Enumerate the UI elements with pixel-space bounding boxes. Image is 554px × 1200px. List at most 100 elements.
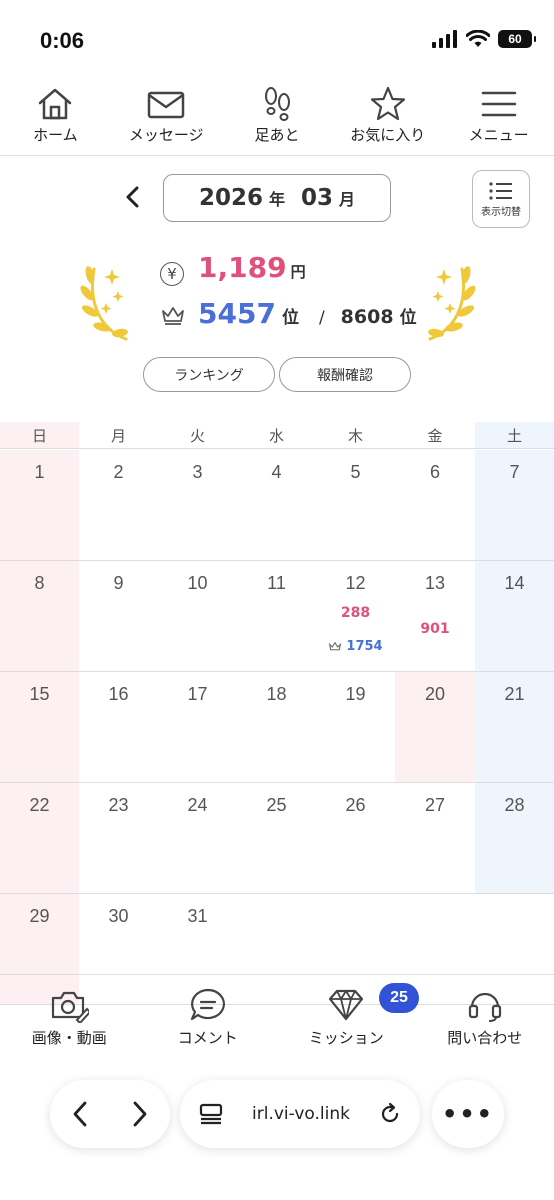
nav-messages-label: メッセージ [128, 126, 204, 144]
calendar-day[interactable]: 10 [158, 561, 237, 671]
nav-home[interactable]: ホーム [0, 80, 111, 155]
calendar-day[interactable]: 28 [475, 783, 554, 893]
day-number: 25 [266, 795, 287, 815]
ranking-button[interactable]: ランキング [143, 357, 275, 392]
calendar-day[interactable]: 5 [316, 450, 395, 560]
day-number: 7 [509, 462, 520, 482]
month-display[interactable]: 2026 年 03 月 [163, 174, 391, 222]
month-bar: 2026 年 03 月 表示切替 [0, 160, 554, 240]
status-icons: 60 [432, 30, 536, 48]
calendar-day[interactable]: 4 [237, 450, 316, 560]
chevron-left-icon [126, 186, 139, 208]
weekday-header: 水 [237, 422, 316, 449]
diamond-icon [329, 989, 364, 1021]
day-number: 20 [424, 684, 446, 704]
status-time: 0:06 [40, 28, 85, 53]
hamburger-icon [481, 91, 516, 117]
day-number: 28 [504, 795, 525, 815]
stats-panel: ¥ 1,189 円 5457 位 / 8608 位 [0, 245, 554, 355]
nav-favorites[interactable]: お気に入り [332, 80, 443, 155]
calendar-day[interactable]: 14 [475, 561, 554, 671]
reload-icon[interactable] [378, 1102, 402, 1126]
tab-media[interactable]: 画像・動画 [0, 975, 139, 1060]
calendar-day[interactable]: 3 [158, 450, 237, 560]
calendar-day[interactable]: 24 [158, 783, 237, 893]
calendar-day[interactable]: 22 [0, 783, 79, 893]
day-number: 2 [113, 462, 124, 482]
nav-footprints-label: 足あと [254, 126, 300, 144]
calendar-day[interactable]: 20 [395, 672, 475, 782]
day-number: 3 [192, 462, 203, 482]
tab-media-label: 画像・動画 [31, 1029, 107, 1047]
day-number: 5 [350, 462, 361, 482]
calendar-day[interactable]: 26 [316, 783, 395, 893]
status-bar: 0:06 60 [0, 0, 554, 80]
calendar-day[interactable]: 2 [79, 450, 158, 560]
calendar-day[interactable]: 17 [158, 672, 237, 782]
earnings-row: ¥ 1,189 円 [160, 251, 306, 286]
address-bar[interactable]: irl.vi-vo.link [180, 1080, 420, 1148]
calendar-day[interactable]: 19 [316, 672, 395, 782]
calendar-day[interactable]: 1 [0, 450, 79, 560]
footprints-icon [264, 87, 290, 121]
earnings-amount: 1,189 [198, 251, 287, 284]
nav-menu[interactable]: メニュー [443, 80, 554, 155]
calendar-day[interactable]: 18 [237, 672, 316, 782]
more-button[interactable]: ••• [432, 1080, 504, 1148]
forward-icon[interactable] [129, 1099, 151, 1129]
calendar-day[interactable]: 16 [79, 672, 158, 782]
calendar-week: 8 9 10 11 12 288 1754 13 901 14 [0, 561, 554, 672]
back-icon[interactable] [69, 1099, 91, 1129]
signal-icon [432, 30, 457, 48]
laurel-right-icon [428, 266, 476, 341]
day-earnings: 288 [340, 605, 371, 621]
view-toggle-button[interactable]: 表示切替 [472, 170, 530, 228]
day-number: 9 [113, 573, 124, 593]
nav-home-label: ホーム [33, 126, 78, 144]
top-nav: ホーム メッセージ 足あと お気に入り メニュー [0, 80, 554, 156]
calendar-day[interactable]: 27 [395, 783, 475, 893]
day-number: 26 [345, 795, 366, 815]
reward-confirm-button[interactable]: 報酬確認 [279, 357, 411, 392]
month-unit: 月 [339, 190, 356, 209]
crown-icon [329, 641, 342, 651]
year-value: 2026 [198, 185, 263, 211]
rank-total-unit: 位 [399, 308, 417, 328]
calendar-day[interactable]: 13 901 [395, 561, 475, 671]
tab-mission[interactable]: ミッション 25 [277, 975, 419, 1060]
calendar-day[interactable]: 25 [237, 783, 316, 893]
calendar-day[interactable]: 12 288 1754 [316, 561, 395, 671]
day-number: 30 [108, 906, 129, 926]
day-number: 1 [34, 462, 45, 482]
weekday-header: 金 [395, 422, 475, 449]
calendar-day[interactable]: 8 [0, 561, 79, 671]
nav-footprints[interactable]: 足あと [222, 80, 333, 155]
calendar-day[interactable]: 6 [395, 450, 475, 560]
tab-contact[interactable]: 問い合わせ [416, 975, 554, 1060]
laurel-left-icon [80, 266, 128, 341]
tab-contact-label: 問い合わせ [447, 1029, 523, 1047]
page-menu-icon[interactable] [198, 1102, 224, 1126]
list-icon [489, 181, 512, 200]
home-icon [39, 88, 72, 120]
nav-messages[interactable]: メッセージ [111, 80, 222, 155]
comment-icon [190, 988, 225, 1021]
year-unit: 年 [268, 190, 285, 209]
calendar-day[interactable]: 11 [237, 561, 316, 671]
calendar-day[interactable]: 9 [79, 561, 158, 671]
day-number: 15 [29, 684, 50, 704]
calendar-day[interactable]: 15 [0, 672, 79, 782]
calendar-week: 15 16 17 18 19 20 21 [0, 672, 554, 783]
calendar-week: 1 2 3 4 5 6 7 [0, 450, 554, 561]
weekday-header: 月 [79, 422, 158, 449]
prev-month-button[interactable] [118, 182, 148, 212]
calendar-day[interactable]: 23 [79, 783, 158, 893]
weekday-header: 土 [475, 422, 554, 449]
calendar-week: 22 23 24 25 26 27 28 [0, 783, 554, 894]
calendar-day[interactable]: 7 [475, 450, 554, 560]
tab-comment[interactable]: コメント [139, 975, 278, 1060]
mission-badge: 25 [379, 983, 419, 1013]
day-number: 11 [267, 573, 286, 593]
day-number: 10 [187, 573, 208, 593]
calendar-day[interactable]: 21 [475, 672, 554, 782]
